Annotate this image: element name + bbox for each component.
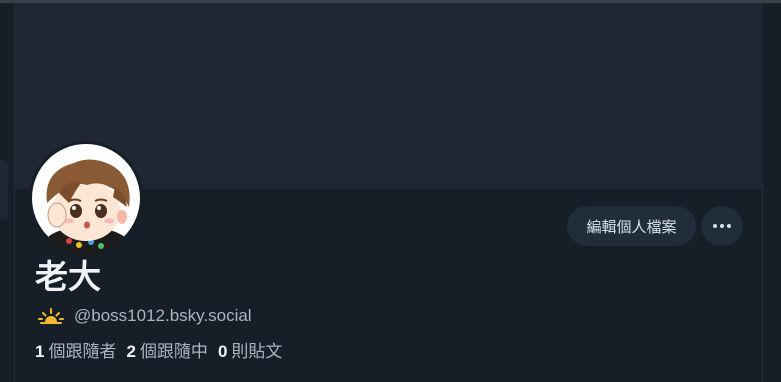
following-count: 2 xyxy=(126,341,136,361)
handle-row: @boss1012.bsky.social xyxy=(38,304,252,328)
right-sidebar-edge xyxy=(762,3,781,382)
followers-label: 個跟隨者 xyxy=(48,341,117,361)
ellipsis-icon xyxy=(713,224,731,228)
profile-avatar[interactable] xyxy=(29,141,143,255)
posts-stat: 0 則貼文 xyxy=(218,337,282,362)
more-options-button[interactable] xyxy=(701,206,743,246)
followers-count: 1 xyxy=(35,341,45,361)
sun-icon xyxy=(38,308,64,324)
profile-handle: @boss1012.bsky.social xyxy=(74,306,252,325)
followers-stat[interactable]: 1 個跟隨者 xyxy=(35,337,116,362)
following-label: 個跟隨中 xyxy=(139,341,208,361)
left-sidebar-tab[interactable] xyxy=(0,160,8,220)
display-name: 老大 xyxy=(35,258,101,295)
posts-count: 0 xyxy=(217,341,228,361)
posts-label: 則貼文 xyxy=(231,341,283,361)
edit-profile-label: 編輯個人檔案 xyxy=(586,218,677,236)
edit-profile-button[interactable]: 編輯個人檔案 xyxy=(567,206,696,246)
profile-stats: 1 個跟隨者 2 個跟隨中 0 則貼文 xyxy=(35,337,292,361)
following-stat[interactable]: 2 個跟隨中 xyxy=(126,337,207,362)
avatar-cartoon-boy-icon xyxy=(29,141,143,255)
